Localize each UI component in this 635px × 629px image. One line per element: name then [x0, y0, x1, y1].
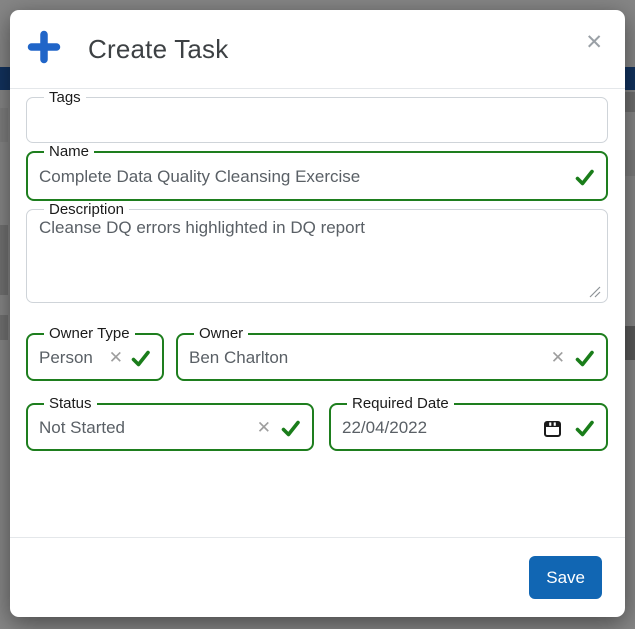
valid-check-icon: [280, 418, 301, 439]
name-input[interactable]: [39, 167, 574, 187]
background-fragment: [625, 326, 635, 360]
name-field: Name: [26, 143, 608, 201]
dialog-footer: Save: [10, 537, 625, 617]
status-value[interactable]: Not Started: [39, 418, 125, 438]
clear-icon[interactable]: ✕: [109, 349, 123, 367]
calendar-icon[interactable]: [543, 419, 562, 438]
description-textarea[interactable]: Cleanse DQ errors highlighted in DQ repo…: [39, 218, 595, 296]
owner-value[interactable]: Ben Charlton: [189, 348, 288, 368]
valid-check-icon: [574, 348, 595, 369]
resize-handle-icon[interactable]: [589, 286, 601, 298]
owner-type-field: Owner Type Person ✕: [26, 325, 164, 381]
name-label: Name: [44, 143, 94, 160]
background-fragment: [625, 92, 635, 112]
plus-icon: [27, 30, 61, 69]
valid-check-icon: [130, 348, 151, 369]
save-button[interactable]: Save: [529, 556, 602, 599]
status-field: Status Not Started ✕: [26, 395, 314, 451]
dialog-body: Tags Name Description Cleanse DQ errors …: [10, 89, 625, 537]
owner-row: Owner Type Person ✕ Owner Ben Charlton: [26, 325, 608, 381]
owner-label: Owner: [194, 325, 248, 342]
dialog-header: Create Task ✕: [10, 10, 625, 89]
required-date-value[interactable]: 22/04/2022: [342, 418, 427, 438]
required-date-field: Required Date 22/04/2022: [329, 395, 608, 451]
status-row: Status Not Started ✕ Required Date 22/04…: [26, 395, 608, 451]
create-task-dialog: Create Task ✕ Tags Name Description: [10, 10, 625, 617]
required-date-label: Required Date: [347, 395, 454, 412]
tags-field: Tags: [26, 89, 608, 143]
background-fragment: [0, 225, 8, 295]
clear-icon[interactable]: ✕: [551, 349, 565, 367]
owner-type-label: Owner Type: [44, 325, 135, 342]
background-fragment: [625, 150, 635, 176]
clear-icon[interactable]: ✕: [257, 419, 271, 437]
tags-label: Tags: [44, 89, 86, 106]
background-fragment: [0, 108, 8, 142]
description-label: Description: [44, 201, 129, 218]
dialog-title: Create Task: [88, 34, 228, 65]
valid-check-icon: [574, 167, 595, 188]
tags-input[interactable]: [39, 111, 595, 131]
owner-field: Owner Ben Charlton ✕: [176, 325, 608, 381]
owner-type-value[interactable]: Person: [39, 348, 93, 368]
valid-check-icon: [574, 418, 595, 439]
background-fragment: [0, 315, 8, 340]
description-field: Description Cleanse DQ errors highlighte…: [26, 201, 608, 303]
close-icon[interactable]: ✕: [583, 32, 605, 53]
status-label: Status: [44, 395, 97, 412]
